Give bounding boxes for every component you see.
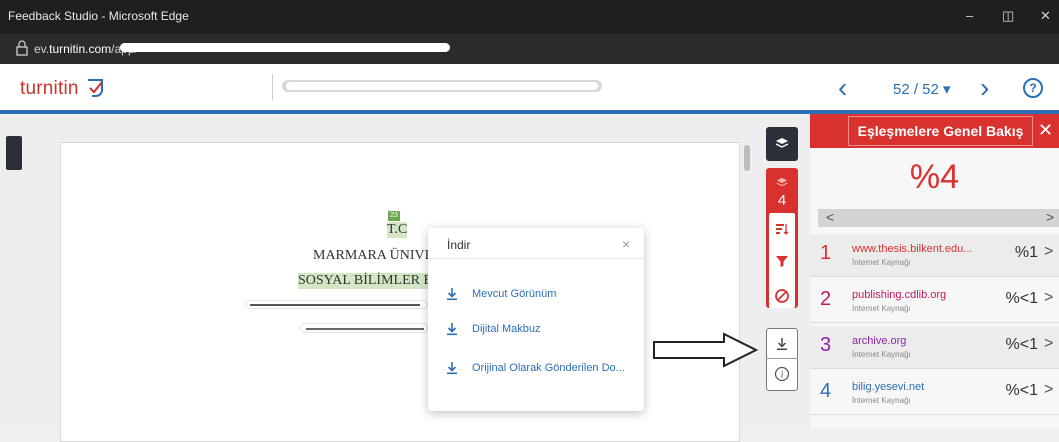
layers-icon [775, 138, 789, 148]
filter-button[interactable] [766, 249, 798, 273]
lock-icon [16, 40, 28, 56]
annotation-arrow [653, 332, 759, 368]
match-row[interactable]: 4 bilig.yesevi.net İnternet Kaynağı %<1 > [810, 372, 1059, 415]
filter-icon [776, 256, 788, 268]
match-overview-panel: Eşleşmelere Genel Bakış ✕ %4 < > 1 www.th… [810, 114, 1059, 428]
minimize-button[interactable]: – [966, 8, 973, 23]
turnitin-logo: turnitin [20, 78, 79, 99]
help-button[interactable]: ? [1023, 78, 1043, 98]
info-icon: i [774, 366, 790, 382]
match-source-type: İnternet Kaynağı [852, 396, 911, 405]
panel-header: Eşleşmelere Genel Bakış ✕ [810, 114, 1059, 148]
download-icon [447, 288, 457, 301]
match-row[interactable]: 1 www.thesis.bilkent.edu... İnternet Kayna… [810, 234, 1059, 277]
match-percentage: %<1 [1005, 336, 1038, 353]
scroll-left-button[interactable]: < [826, 209, 834, 225]
similarity-tools [769, 213, 795, 308]
option-label: Mevcut Görünüm [472, 288, 557, 300]
chevron-right-icon[interactable]: > [1044, 335, 1053, 353]
download-icon [447, 362, 457, 375]
option-label: Orijinal Olarak Gönderilen Do... [472, 362, 625, 374]
match-source: archive.org [852, 335, 907, 347]
match-count: 4 [777, 191, 787, 209]
download-icon [447, 323, 457, 336]
document-line-university: MARMARA ÜNIVE [313, 248, 434, 263]
chevron-right-icon[interactable]: > [1044, 381, 1053, 399]
address-bar[interactable]: ev.turnitin.com/app/ [0, 34, 1059, 64]
match-source: www.thesis.bilkent.edu... [852, 243, 973, 255]
match-overview-button[interactable] [766, 217, 798, 241]
match-row[interactable]: 2 publishing.cdlib.org İnternet Kaynağı %<1… [810, 280, 1059, 323]
layers-button[interactable] [766, 127, 798, 161]
redaction-mark [286, 82, 598, 90]
download-button[interactable] [766, 329, 798, 359]
restore-button[interactable]: ◫ [1002, 8, 1014, 24]
similarity-score: %4 [909, 158, 960, 196]
document-line-tc: T.C [387, 222, 408, 238]
panel-title: Eşleşmelere Genel Bakış [848, 116, 1033, 146]
exclude-button[interactable] [766, 283, 798, 309]
panel-horizontal-scrollbar[interactable]: < > [818, 209, 1059, 227]
chevron-right-icon[interactable]: > [1044, 289, 1053, 307]
match-number: 3 [820, 334, 832, 356]
previous-paper-button[interactable]: ‹ [838, 72, 847, 104]
side-panel-handle[interactable] [6, 136, 22, 170]
sort-icon [776, 224, 789, 236]
download-info-group: i [766, 328, 798, 391]
match-percentage: %<1 [1005, 382, 1038, 399]
match-source: publishing.cdlib.org [852, 289, 947, 301]
turnitin-header: turnitin ‹ 52 / 52 ▾ › ? [0, 64, 1059, 114]
match-source-type: İnternet Kaynağı [852, 350, 911, 359]
redacted-line [306, 328, 424, 330]
match-percentage: %<1 [1005, 290, 1038, 307]
match-number: 4 [820, 380, 832, 402]
layers-icon [776, 177, 788, 186]
option-label: Dijital Makbuz [472, 323, 541, 335]
match-source: bilig.yesevi.net [852, 381, 925, 393]
similarity-layer-button[interactable] [766, 174, 798, 192]
match-number: 2 [820, 288, 832, 310]
dialog-divider [428, 258, 644, 259]
page-indicator-dropdown[interactable]: 52 / 52 ▾ [893, 80, 951, 98]
match-percentage: %1 [1014, 244, 1038, 261]
match-row[interactable]: 3 archive.org İnternet Kaynağı %<1 > [810, 326, 1059, 369]
close-panel-button[interactable]: ✕ [1038, 120, 1053, 141]
download-icon [777, 337, 787, 350]
dialog-title: İndir [447, 238, 471, 252]
window-title-bar: Feedback Studio - Microsoft Edge – ◫ ✕ [0, 0, 1059, 34]
exclude-icon [775, 289, 789, 304]
close-window-button[interactable]: ✕ [1040, 8, 1051, 24]
turnitin-logo-icon [88, 79, 103, 97]
redaction-mark [120, 43, 450, 52]
chevron-right-icon[interactable]: > [1044, 243, 1053, 261]
svg-text:i: i [781, 370, 784, 381]
window-title: Feedback Studio - Microsoft Edge [8, 9, 189, 23]
similarity-toolbar: 4 [766, 168, 798, 308]
match-number-badge[interactable]: 23 [388, 211, 400, 221]
match-source-type: İnternet Kaynağı [852, 304, 911, 313]
viewer-scrollbar[interactable] [744, 145, 750, 171]
info-button[interactable]: i [766, 359, 798, 389]
match-source-type: İnternet Kaynağı [852, 258, 911, 267]
match-number: 1 [820, 242, 832, 264]
download-dialog: İndir × Mevcut Görünüm Dijital Makbuz Or… [428, 228, 644, 411]
next-paper-button[interactable]: › [980, 72, 989, 104]
scroll-right-button[interactable]: > [1046, 209, 1054, 225]
dialog-close-button[interactable]: × [622, 236, 630, 252]
redacted-line [250, 304, 420, 306]
document-line-institute: SOSYAL BİLİMLER E [298, 273, 433, 289]
